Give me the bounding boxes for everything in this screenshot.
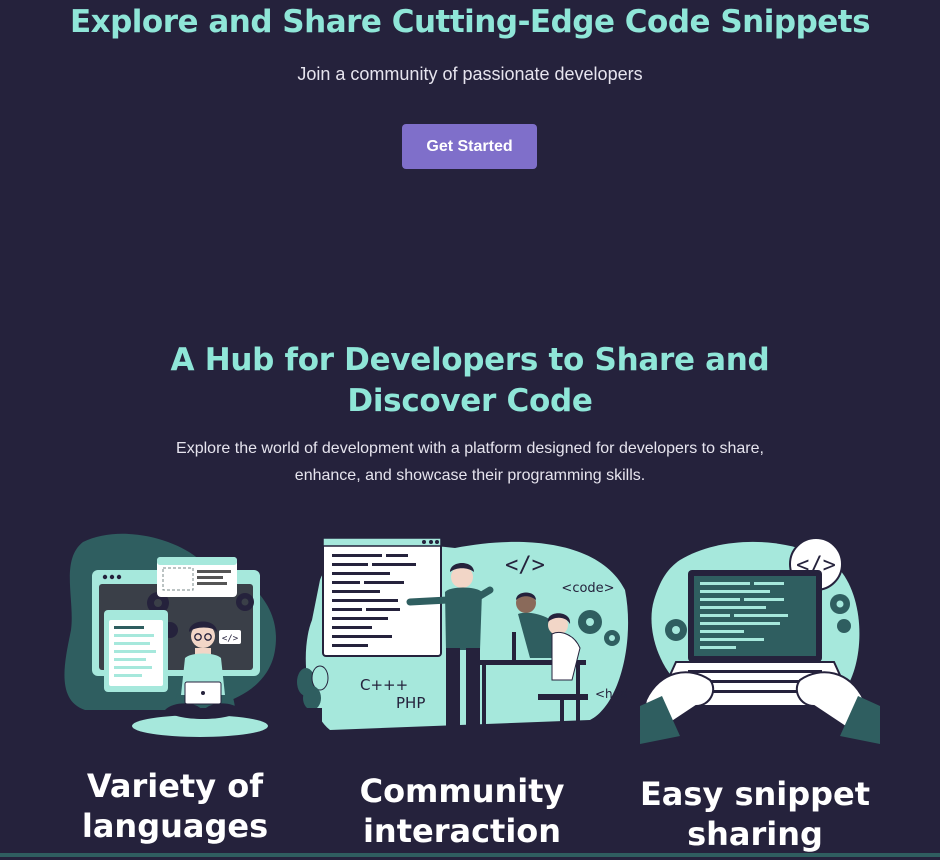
hero-title: Explore and Share Cutting-Edge Code Snip… bbox=[69, 4, 871, 40]
cpp-label: C+++ bbox=[360, 676, 408, 694]
code-tag-label: <code> bbox=[561, 581, 614, 596]
feature-card-community: </> <code> C+++ PHP <hea Community inter… bbox=[290, 530, 629, 860]
feature-card-sharing: </> Easy snippet sharing bbox=[640, 530, 940, 860]
feature-card-languages: </> Variety of languages bbox=[25, 530, 325, 860]
feature-title-community: Community interaction bbox=[359, 772, 565, 850]
svg-text:</>: </> bbox=[222, 634, 239, 644]
get-started-button[interactable]: Get Started bbox=[402, 124, 537, 169]
head-tag-label: <hea bbox=[595, 687, 627, 701]
code-tag-label: </> bbox=[505, 553, 545, 578]
team-coding-whiteboard-illustration: </> <code> C+++ PHP <hea bbox=[297, 537, 629, 738]
feature-title-languages: Variety of languages bbox=[81, 767, 269, 845]
feature-title-sharing: Easy snippet sharing bbox=[639, 775, 871, 853]
section-title: A Hub for Developers to Share and Discov… bbox=[170, 342, 770, 419]
php-label: PHP bbox=[396, 694, 425, 712]
developer-laptop-browser-illustration: </> bbox=[64, 533, 276, 737]
hero-subtitle: Join a community of passionate developer… bbox=[297, 64, 643, 84]
section-description: Explore the world of development with a … bbox=[176, 440, 764, 484]
bottom-divider bbox=[0, 853, 940, 857]
typing-laptop-code-illustration: </> bbox=[640, 537, 880, 744]
